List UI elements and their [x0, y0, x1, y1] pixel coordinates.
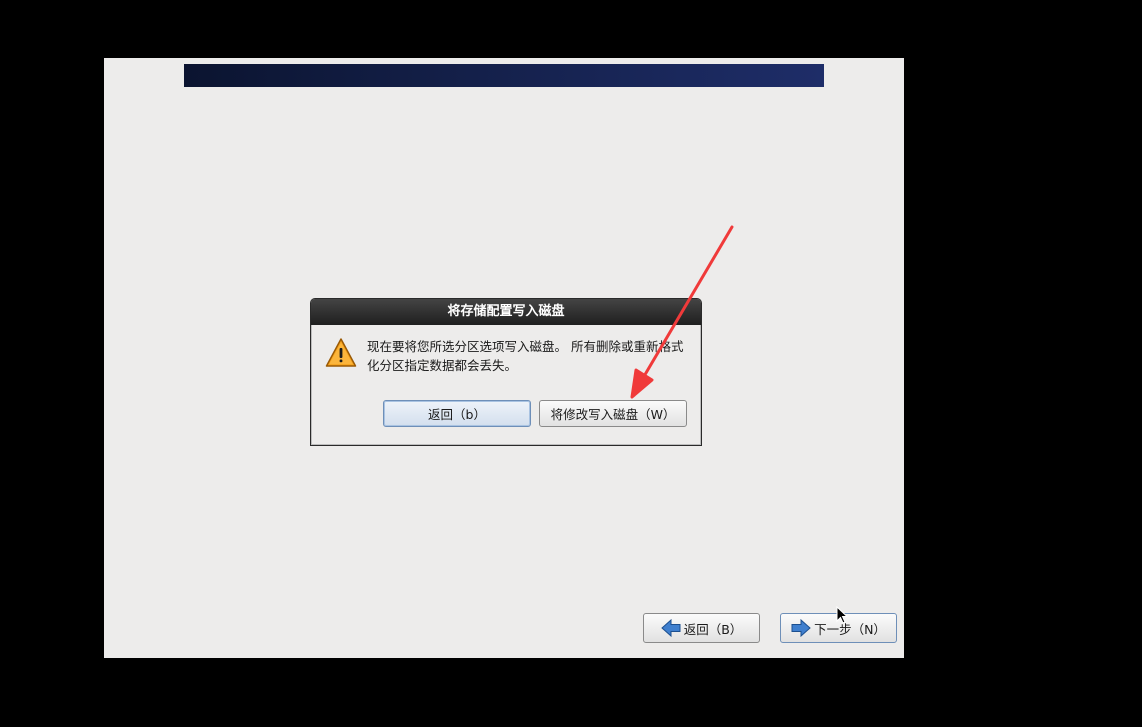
- dialog-message: 现在要将您所选分区选项写入磁盘。 所有删除或重新格式化分区指定数据都会丢失。: [367, 339, 684, 373]
- arrow-left-icon: [660, 619, 681, 637]
- installer-window: 将存储配置写入磁盘 现在要将您所选分区选项写入磁盘。 所有删除或重新格式化分区指…: [104, 58, 904, 658]
- next-button-label: 下一步（N）: [814, 621, 886, 637]
- back-button-label: 返回（B）: [683, 621, 743, 637]
- dialog-title: 将存储配置写入磁盘: [311, 299, 701, 325]
- mouse-cursor-icon: [836, 606, 848, 624]
- write-to-disk-dialog: 将存储配置写入磁盘 现在要将您所选分区选项写入磁盘。 所有删除或重新格式化分区指…: [310, 298, 702, 446]
- warning-icon: [325, 338, 357, 367]
- dialog-back-button[interactable]: 返回（b）: [383, 400, 531, 427]
- write-changes-button[interactable]: 将修改写入磁盘（W）: [539, 400, 687, 427]
- header-banner: [184, 64, 824, 87]
- back-button[interactable]: 返回（B）: [643, 613, 760, 643]
- arrow-right-icon: [791, 619, 811, 637]
